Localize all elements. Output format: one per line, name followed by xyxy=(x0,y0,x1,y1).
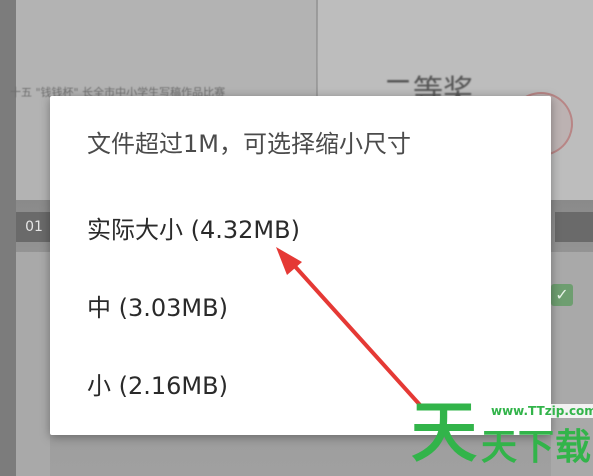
option-actual-size[interactable]: 实际大小 (4.32MB) xyxy=(50,192,551,262)
background-page-indicator: 01 xyxy=(16,212,52,242)
background-bar-right xyxy=(555,212,593,242)
watermark-url: www.TTzip.com xyxy=(487,404,593,418)
option-small-size-label: 小 (2.16MB) xyxy=(87,372,228,400)
watermark-big-char: 天 xyxy=(411,394,477,471)
background-left-strip xyxy=(0,0,16,476)
watermark-subtext: 天下载 xyxy=(481,427,593,468)
background-thumbnail-left xyxy=(16,252,50,476)
dialog-title: 文件超过1M，可选择缩小尺寸 xyxy=(87,130,411,158)
option-medium-size[interactable]: 中 (3.03MB) xyxy=(50,270,551,340)
screen: 十五 "钱钱杯" 长全市中小学生写稿作品比赛 二等奖 01 ✓ 文件超过1M，可… xyxy=(0,0,593,476)
option-medium-size-label: 中 (3.03MB) xyxy=(87,294,228,322)
option-actual-size-label: 实际大小 (4.32MB) xyxy=(87,216,300,244)
resize-dialog: 文件超过1M，可选择缩小尺寸 实际大小 (4.32MB) 中 (3.03MB) … xyxy=(50,96,551,435)
check-icon: ✓ xyxy=(551,284,573,306)
watermark-logo: 天 www.TTzip.com 天下载 xyxy=(403,396,593,476)
